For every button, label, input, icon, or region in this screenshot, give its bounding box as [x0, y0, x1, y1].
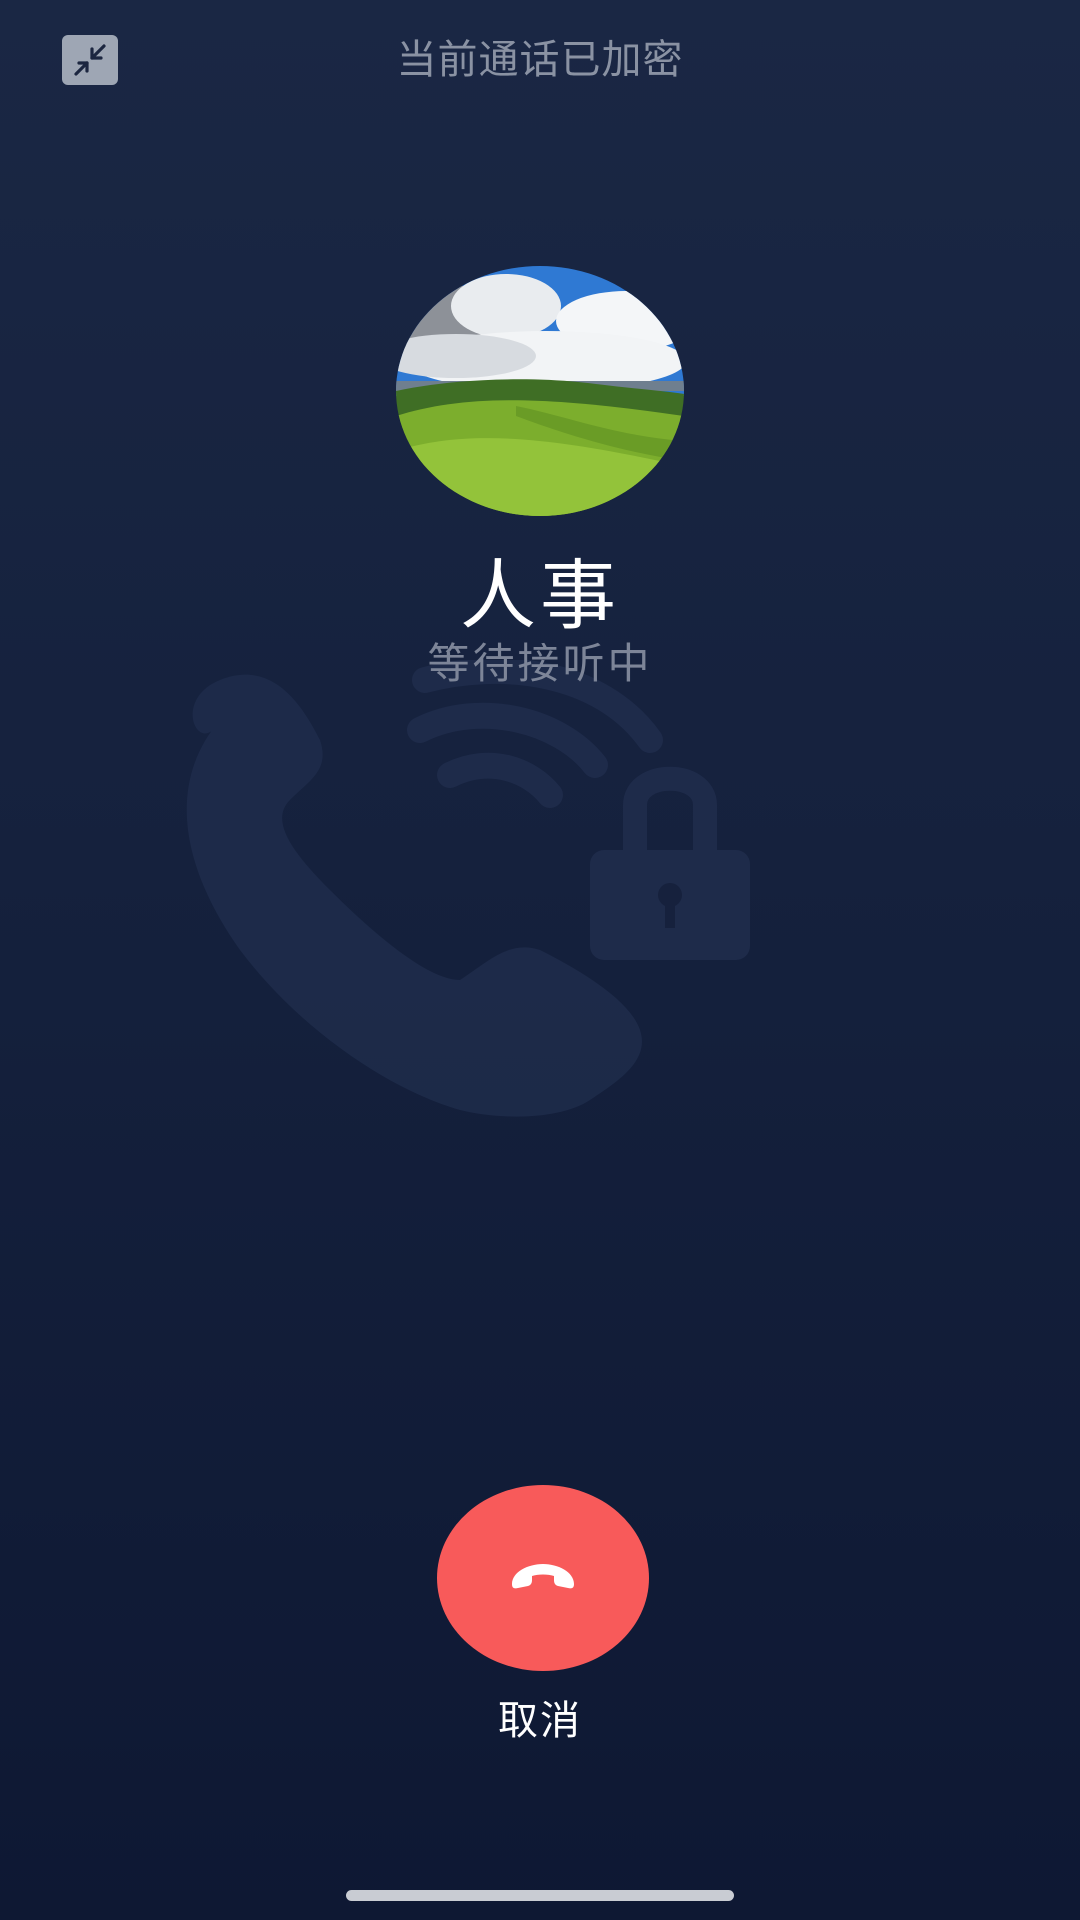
encrypted-call-watermark: [160, 657, 920, 1220]
home-indicator[interactable]: [346, 1890, 734, 1901]
cancel-call-button[interactable]: [437, 1485, 649, 1671]
lock-icon: [590, 766, 750, 960]
hang-up-phone-icon: [508, 1558, 578, 1598]
encryption-notice: 当前通话已加密: [396, 37, 684, 83]
call-status: 等待接听中: [427, 639, 653, 688]
call-screen: 当前通话已加密 人事 等待接听中 取消: [0, 0, 1080, 1920]
contact-name: 人事: [460, 551, 620, 640]
contact-avatar: [396, 266, 684, 516]
cancel-label: 取消: [498, 1698, 582, 1744]
